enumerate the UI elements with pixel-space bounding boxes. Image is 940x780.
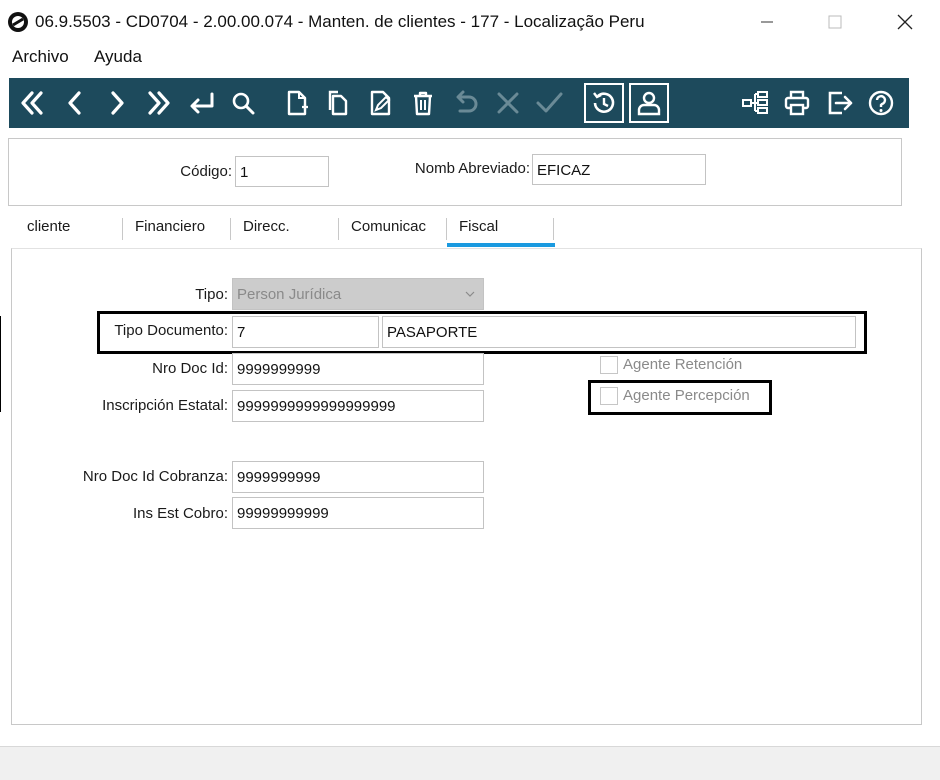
first-record-button[interactable] xyxy=(13,84,51,122)
tab-separator xyxy=(338,218,339,240)
exit-icon xyxy=(828,91,853,115)
nomb-abreviado-input[interactable]: EFICAZ xyxy=(532,154,706,185)
tab-cliente[interactable]: cliente xyxy=(27,218,70,246)
print-icon xyxy=(784,90,810,116)
menu-bar: Archivo Ayuda xyxy=(0,44,940,70)
active-tab-indicator xyxy=(447,243,555,247)
cancel-icon xyxy=(497,92,519,114)
copy-record-button[interactable] xyxy=(319,84,357,122)
nro-doc-id-label: Nro Doc Id: xyxy=(152,360,228,377)
inscripcion-estatal-input[interactable]: 9999999999999999999 xyxy=(232,390,484,422)
codigo-input[interactable]: 1 xyxy=(235,156,329,187)
print-button[interactable] xyxy=(778,84,816,122)
previous-record-button[interactable] xyxy=(56,84,94,122)
edit-icon xyxy=(370,90,391,116)
tab-fiscal[interactable]: Fiscal xyxy=(459,218,498,246)
window-edge xyxy=(0,316,1,412)
nro-doc-id-cobranza-input[interactable]: 9999999999 xyxy=(232,461,484,493)
nomb-abreviado-label: Nomb Abreviado: xyxy=(414,160,530,177)
tree-button[interactable] xyxy=(736,84,774,122)
undo-icon xyxy=(456,90,478,113)
close-icon xyxy=(897,14,913,30)
search-button[interactable] xyxy=(224,84,262,122)
tipo-select-value: Person Jurídica xyxy=(237,286,342,303)
last-record-button[interactable] xyxy=(140,84,178,122)
exit-button[interactable] xyxy=(821,84,859,122)
toolbar xyxy=(9,78,909,128)
tipo-documento-label: Tipo Documento: xyxy=(114,322,228,339)
help-button[interactable] xyxy=(862,84,900,122)
ins-est-cobro-label: Ins Est Cobro: xyxy=(132,505,228,522)
agente-retencion-checkbox[interactable] xyxy=(600,356,618,374)
user-button[interactable] xyxy=(629,83,669,123)
undo-button[interactable] xyxy=(446,84,484,122)
codigo-label: Código: xyxy=(180,163,232,180)
search-icon xyxy=(232,92,255,115)
minimize-button[interactable] xyxy=(732,0,802,44)
cancel-button[interactable] xyxy=(489,84,527,122)
inscripcion-estatal-label: Inscripción Estatal: xyxy=(102,397,228,414)
new-icon xyxy=(287,90,308,116)
history-icon xyxy=(593,92,615,113)
confirm-button[interactable] xyxy=(530,84,568,122)
menu-archivo[interactable]: Archivo xyxy=(12,47,69,67)
tab-separator xyxy=(446,218,447,240)
next-record-button[interactable] xyxy=(98,84,136,122)
app-logo-icon xyxy=(8,12,28,32)
tipo-select[interactable]: Person Jurídica xyxy=(232,278,484,310)
copy-icon xyxy=(328,90,348,116)
return-button[interactable] xyxy=(183,84,221,122)
confirm-icon xyxy=(536,92,563,113)
tab-direcc[interactable]: Direcc. xyxy=(243,218,290,246)
close-button[interactable] xyxy=(870,0,940,44)
history-button[interactable] xyxy=(584,83,624,123)
new-record-button[interactable] xyxy=(278,84,316,122)
tipo-label: Tipo: xyxy=(195,286,228,303)
user-icon xyxy=(637,91,661,116)
last-icon xyxy=(148,91,170,115)
tab-comunicac[interactable]: Comunicac xyxy=(351,218,426,246)
tab-financiero[interactable]: Financiero xyxy=(135,218,205,246)
help-icon xyxy=(868,90,894,116)
window-title: 06.9.5503 - CD0704 - 2.00.00.074 - Mante… xyxy=(35,12,645,31)
tab-separator xyxy=(122,218,123,240)
menu-ayuda[interactable]: Ayuda xyxy=(94,47,142,67)
nro-doc-id-cobranza-label: Nro Doc Id Cobranza: xyxy=(82,468,228,485)
tab-separator xyxy=(553,218,554,240)
status-bar xyxy=(0,746,940,780)
maximize-button[interactable] xyxy=(800,0,870,44)
ins-est-cobro-input[interactable]: 99999999999 xyxy=(232,497,484,529)
maximize-icon xyxy=(828,15,842,29)
tipo-documento-code-input[interactable]: 7 xyxy=(232,316,379,348)
return-icon xyxy=(190,92,214,114)
nro-doc-id-input[interactable]: 9999999999 xyxy=(232,353,484,385)
title-bar: 06.9.5503 - CD0704 - 2.00.00.074 - Mante… xyxy=(0,0,940,44)
tab-separator xyxy=(230,218,231,240)
previous-icon xyxy=(68,91,81,115)
edit-record-button[interactable] xyxy=(362,84,400,122)
agente-percepcion-label: Agente Percepción xyxy=(623,387,750,404)
next-icon xyxy=(111,91,124,115)
minimize-icon xyxy=(761,21,773,23)
tab-bar: cliente Financiero Direcc. Comunicac Fis… xyxy=(0,210,940,250)
chevron-down-icon xyxy=(465,291,475,297)
agente-percepcion-checkbox[interactable] xyxy=(600,387,618,405)
agente-retencion-label: Agente Retención xyxy=(623,356,743,373)
tipo-documento-desc-input[interactable]: PASAPORTE xyxy=(382,316,856,348)
delete-record-button[interactable] xyxy=(404,84,442,122)
delete-icon xyxy=(414,91,432,116)
tree-icon xyxy=(742,91,768,114)
first-icon xyxy=(21,91,43,115)
